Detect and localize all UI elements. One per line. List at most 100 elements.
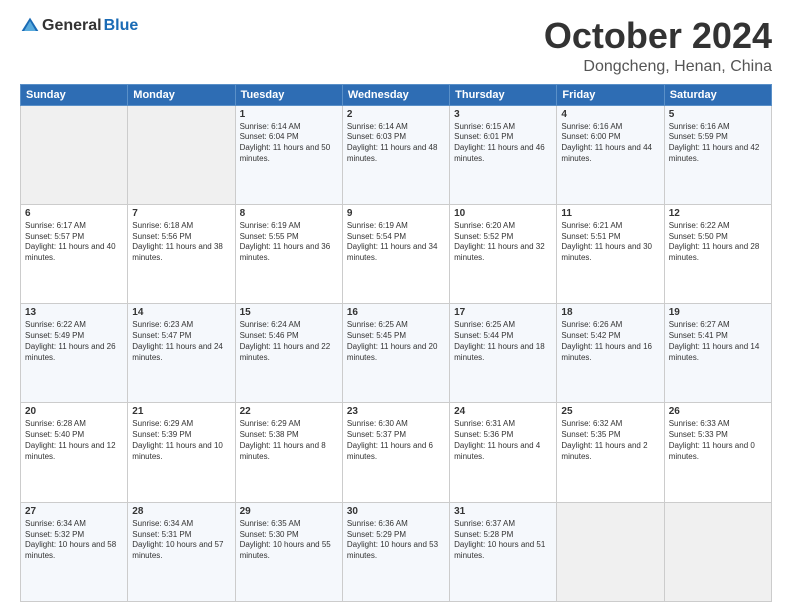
day-detail: Sunrise: 6:17 AM Sunset: 5:57 PM Dayligh… [25, 221, 123, 264]
day-detail: Sunrise: 6:28 AM Sunset: 5:40 PM Dayligh… [25, 419, 123, 462]
day-number: 5 [669, 109, 767, 120]
calendar-week-3: 13Sunrise: 6:22 AM Sunset: 5:49 PM Dayli… [21, 304, 772, 403]
day-number: 4 [561, 109, 659, 120]
day-number: 12 [669, 208, 767, 219]
calendar-cell: 12Sunrise: 6:22 AM Sunset: 5:50 PM Dayli… [664, 204, 771, 303]
calendar-cell: 24Sunrise: 6:31 AM Sunset: 5:36 PM Dayli… [450, 403, 557, 502]
day-number: 9 [347, 208, 445, 219]
logo: General Blue [20, 16, 138, 36]
day-detail: Sunrise: 6:21 AM Sunset: 5:51 PM Dayligh… [561, 221, 659, 264]
day-number: 15 [240, 307, 338, 318]
location: Dongcheng, Henan, China [544, 58, 772, 76]
day-header-saturday: Saturday [664, 84, 771, 105]
day-header-monday: Monday [128, 84, 235, 105]
day-number: 1 [240, 109, 338, 120]
day-number: 8 [240, 208, 338, 219]
calendar-cell: 15 Sunrise: 6:24 AM Sunset: 5:46 PM Dayli… [235, 304, 342, 403]
calendar-cell: 10Sunrise: 6:20 AM Sunset: 5:52 PM Dayli… [450, 204, 557, 303]
day-number: 19 [669, 307, 767, 318]
logo-general-text: General [42, 17, 102, 35]
calendar-week-5: 27 Sunrise: 6:34 AM Sunset: 5:32 PM Dayli… [21, 502, 772, 601]
calendar-cell: 1 Sunrise: 6:14 AM Sunset: 6:04 PM Daylig… [235, 105, 342, 204]
day-detail: Sunrise: 6:16 AM Sunset: 6:00 PM Dayligh… [561, 122, 659, 165]
day-number: 22 [240, 406, 338, 417]
day-detail: Sunrise: 6:33 AM Sunset: 5:33 PM Dayligh… [669, 419, 767, 462]
day-number: 20 [25, 406, 123, 417]
day-header-friday: Friday [557, 84, 664, 105]
calendar-cell: 5Sunrise: 6:16 AM Sunset: 5:59 PM Daylig… [664, 105, 771, 204]
day-number: 21 [132, 406, 230, 417]
day-detail: Sunrise: 6:27 AM Sunset: 5:41 PM Dayligh… [669, 320, 767, 363]
calendar-cell: 27 Sunrise: 6:34 AM Sunset: 5:32 PM Dayli… [21, 502, 128, 601]
day-number: 28 [132, 506, 230, 517]
calendar-cell: 22 Sunrise: 6:29 AM Sunset: 5:38 PM Dayli… [235, 403, 342, 502]
month-title: October 2024 [544, 16, 772, 56]
calendar-cell: 26 Sunrise: 6:33 AM Sunset: 5:33 PM Dayli… [664, 403, 771, 502]
logo-blue-text: Blue [104, 17, 139, 35]
calendar-cell: 20 Sunrise: 6:28 AM Sunset: 5:40 PM Dayli… [21, 403, 128, 502]
day-number: 16 [347, 307, 445, 318]
calendar-cell: 21 Sunrise: 6:29 AM Sunset: 5:39 PM Dayli… [128, 403, 235, 502]
day-number: 27 [25, 506, 123, 517]
day-number: 23 [347, 406, 445, 417]
calendar-cell: 16 Sunrise: 6:25 AM Sunset: 5:45 PM Dayli… [342, 304, 449, 403]
day-detail: Sunrise: 6:32 AM Sunset: 5:35 PM Dayligh… [561, 419, 659, 462]
day-detail: Sunrise: 6:31 AM Sunset: 5:36 PM Dayligh… [454, 419, 552, 462]
day-detail: Sunrise: 6:34 AM Sunset: 5:31 PM Dayligh… [132, 519, 230, 562]
calendar-week-2: 6 Sunrise: 6:17 AM Sunset: 5:57 PM Daylig… [21, 204, 772, 303]
calendar-cell: 8 Sunrise: 6:19 AM Sunset: 5:55 PM Daylig… [235, 204, 342, 303]
header: General Blue October 2024 Dongcheng, Hen… [20, 16, 772, 76]
calendar-cell: 25Sunrise: 6:32 AM Sunset: 5:35 PM Dayli… [557, 403, 664, 502]
day-number: 31 [454, 506, 552, 517]
day-detail: Sunrise: 6:19 AM Sunset: 5:54 PM Dayligh… [347, 221, 445, 264]
day-detail: Sunrise: 6:29 AM Sunset: 5:39 PM Dayligh… [132, 419, 230, 462]
calendar-cell [128, 105, 235, 204]
day-detail: Sunrise: 6:15 AM Sunset: 6:01 PM Dayligh… [454, 122, 552, 165]
day-number: 7 [132, 208, 230, 219]
day-detail: Sunrise: 6:14 AM Sunset: 6:04 PM Dayligh… [240, 122, 338, 165]
day-detail: Sunrise: 6:35 AM Sunset: 5:30 PM Dayligh… [240, 519, 338, 562]
day-detail: Sunrise: 6:25 AM Sunset: 5:44 PM Dayligh… [454, 320, 552, 363]
day-detail: Sunrise: 6:26 AM Sunset: 5:42 PM Dayligh… [561, 320, 659, 363]
day-detail: Sunrise: 6:36 AM Sunset: 5:29 PM Dayligh… [347, 519, 445, 562]
day-detail: Sunrise: 6:37 AM Sunset: 5:28 PM Dayligh… [454, 519, 552, 562]
day-number: 11 [561, 208, 659, 219]
calendar-table: SundayMondayTuesdayWednesdayThursdayFrid… [20, 84, 772, 602]
calendar-cell: 14 Sunrise: 6:23 AM Sunset: 5:47 PM Dayli… [128, 304, 235, 403]
day-number: 26 [669, 406, 767, 417]
day-header-sunday: Sunday [21, 84, 128, 105]
calendar-cell: 13Sunrise: 6:22 AM Sunset: 5:49 PM Dayli… [21, 304, 128, 403]
calendar-cell: 23Sunrise: 6:30 AM Sunset: 5:37 PM Dayli… [342, 403, 449, 502]
day-number: 18 [561, 307, 659, 318]
calendar-cell: 31 Sunrise: 6:37 AM Sunset: 5:28 PM Dayli… [450, 502, 557, 601]
calendar-cell: 3Sunrise: 6:15 AM Sunset: 6:01 PM Daylig… [450, 105, 557, 204]
day-detail: Sunrise: 6:24 AM Sunset: 5:46 PM Dayligh… [240, 320, 338, 363]
day-number: 2 [347, 109, 445, 120]
day-number: 30 [347, 506, 445, 517]
logo-area: General Blue [20, 16, 138, 36]
calendar-cell [664, 502, 771, 601]
logo-icon [20, 16, 40, 36]
day-detail: Sunrise: 6:34 AM Sunset: 5:32 PM Dayligh… [25, 519, 123, 562]
day-detail: Sunrise: 6:20 AM Sunset: 5:52 PM Dayligh… [454, 221, 552, 264]
day-detail: Sunrise: 6:19 AM Sunset: 5:55 PM Dayligh… [240, 221, 338, 264]
calendar-cell: 19 Sunrise: 6:27 AM Sunset: 5:41 PM Dayli… [664, 304, 771, 403]
calendar-cell: 2Sunrise: 6:14 AM Sunset: 6:03 PM Daylig… [342, 105, 449, 204]
calendar-cell: 17 Sunrise: 6:25 AM Sunset: 5:44 PM Dayli… [450, 304, 557, 403]
day-number: 29 [240, 506, 338, 517]
calendar-cell: 18 Sunrise: 6:26 AM Sunset: 5:42 PM Dayli… [557, 304, 664, 403]
day-header-tuesday: Tuesday [235, 84, 342, 105]
calendar-cell: 9 Sunrise: 6:19 AM Sunset: 5:54 PM Daylig… [342, 204, 449, 303]
calendar-cell: 28 Sunrise: 6:34 AM Sunset: 5:31 PM Dayli… [128, 502, 235, 601]
day-header-wednesday: Wednesday [342, 84, 449, 105]
title-area: October 2024 Dongcheng, Henan, China [544, 16, 772, 76]
day-number: 14 [132, 307, 230, 318]
day-detail: Sunrise: 6:18 AM Sunset: 5:56 PM Dayligh… [132, 221, 230, 264]
day-detail: Sunrise: 6:29 AM Sunset: 5:38 PM Dayligh… [240, 419, 338, 462]
calendar-cell: 11 Sunrise: 6:21 AM Sunset: 5:51 PM Dayli… [557, 204, 664, 303]
day-detail: Sunrise: 6:25 AM Sunset: 5:45 PM Dayligh… [347, 320, 445, 363]
day-header-thursday: Thursday [450, 84, 557, 105]
day-number: 6 [25, 208, 123, 219]
day-number: 17 [454, 307, 552, 318]
day-detail: Sunrise: 6:23 AM Sunset: 5:47 PM Dayligh… [132, 320, 230, 363]
